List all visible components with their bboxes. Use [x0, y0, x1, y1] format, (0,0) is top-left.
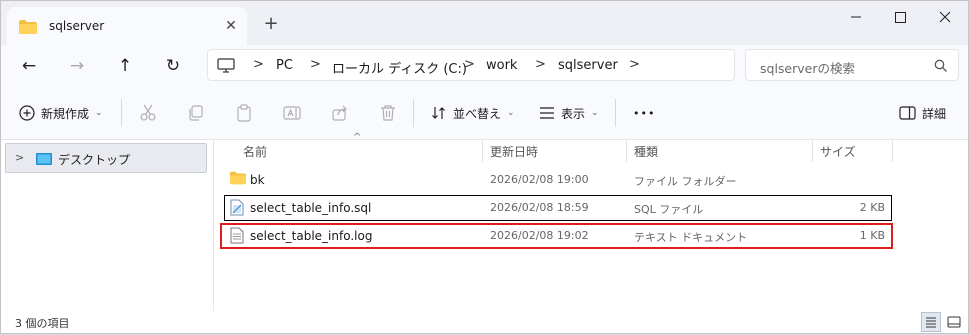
more-options-button[interactable]: •••: [633, 102, 655, 124]
tiles-view-icon: [947, 316, 961, 328]
file-date: 2026/02/08 19:00: [490, 173, 589, 186]
column-header-date[interactable]: 更新日時: [490, 143, 538, 160]
column-divider[interactable]: [812, 140, 813, 162]
plus-circle-icon: [19, 105, 35, 121]
new-tab-button[interactable]: +: [259, 13, 283, 37]
file-name: bk: [250, 173, 265, 187]
sort-label: 並べ替え: [453, 106, 502, 121]
details-view-icon: [926, 317, 936, 328]
refresh-button[interactable]: ↻: [159, 54, 187, 78]
sort-button[interactable]: 並べ替え ⌄: [431, 102, 515, 124]
sidebar-item-desktop[interactable]: > デスクトップ: [5, 143, 207, 173]
up-arrow-icon: ↑: [117, 56, 133, 76]
maximize-icon: [895, 12, 906, 23]
highlight-box: [220, 223, 893, 249]
file-row-bk[interactable]: bk 2026/02/08 19:00 ファイル フォルダー: [225, 168, 891, 192]
tab-title: sqlserver: [49, 19, 105, 33]
details-label: 詳細: [922, 106, 947, 121]
view-lines-icon: [540, 107, 554, 119]
folder-icon: [230, 171, 246, 185]
file-date: 2026/02/08 18:59: [490, 201, 589, 214]
breadcrumb-local-disk[interactable]: ローカル ディスク (C:): [332, 58, 467, 77]
tiles-view-button[interactable]: [944, 312, 964, 332]
close-icon: [939, 11, 951, 23]
column-header-size[interactable]: サイズ: [820, 143, 856, 160]
column-header-name[interactable]: 名前: [243, 143, 267, 160]
breadcrumb-sqlserver[interactable]: sqlserver: [558, 58, 618, 73]
refresh-icon: ↻: [165, 56, 181, 76]
expand-chevron-icon[interactable]: >: [15, 151, 24, 164]
view-label: 表示: [561, 106, 586, 121]
toolbar-divider: [615, 99, 616, 127]
command-bar: 新規作成 ⌄ 並べ替え ⌄ 表示 ⌄ ••• 詳細: [1, 87, 968, 140]
search-icon: [934, 59, 947, 72]
sidebar-item-label: デスクトップ: [58, 153, 131, 167]
desktop-icon: [36, 153, 52, 165]
minimize-icon: [851, 16, 861, 18]
toolbar-divider: [121, 99, 122, 127]
pane-splitter[interactable]: [213, 140, 214, 311]
details-view-button[interactable]: [921, 312, 941, 332]
breadcrumb-separator[interactable]: >: [464, 57, 475, 72]
address-bar[interactable]: > PC > ローカル ディスク (C:) > work > sqlserver…: [207, 49, 735, 81]
copy-icon[interactable]: [187, 104, 205, 122]
forward-button[interactable]: →: [63, 54, 91, 78]
file-name: select_table_info.sql: [250, 201, 372, 215]
breadcrumb-pc[interactable]: PC: [276, 58, 293, 73]
close-window-button[interactable]: [922, 5, 968, 29]
tab-strip: sqlserver ✕ +: [1, 1, 968, 45]
item-count: 3 個の項目: [15, 317, 70, 330]
back-button[interactable]: ←: [15, 54, 43, 78]
breadcrumb-separator[interactable]: >: [535, 57, 546, 72]
folder-icon: [19, 20, 37, 34]
search-box[interactable]: sqlserverの検索: [745, 49, 959, 81]
maximize-button[interactable]: [878, 5, 924, 29]
column-divider[interactable]: [626, 140, 627, 162]
file-type: SQL ファイル: [634, 203, 704, 216]
share-icon[interactable]: [331, 104, 349, 122]
navigation-pane: > デスクトップ: [1, 140, 213, 311]
file-type: ファイル フォルダー: [634, 175, 737, 188]
tab-sqlserver[interactable]: sqlserver ✕: [7, 7, 247, 45]
breadcrumb-separator[interactable]: >: [253, 57, 264, 72]
search-placeholder: sqlserverの検索: [760, 61, 855, 76]
details-pane-button[interactable]: 詳細: [899, 102, 946, 124]
chevron-down-icon: ⌄: [507, 108, 515, 118]
view-button[interactable]: 表示 ⌄: [539, 102, 599, 124]
column-header-type[interactable]: 種類: [634, 143, 658, 160]
delete-icon[interactable]: [379, 104, 397, 122]
cut-icon[interactable]: [139, 104, 157, 122]
sort-ascending-icon: ^: [353, 132, 362, 143]
status-bar: 3 個の項目: [1, 311, 968, 333]
file-size: 2 KB: [859, 201, 885, 214]
back-arrow-icon: ←: [21, 56, 37, 76]
forward-arrow-icon: →: [69, 56, 85, 76]
breadcrumb-separator[interactable]: >: [310, 57, 321, 72]
sort-icon: [432, 107, 445, 119]
breadcrumb-work[interactable]: work: [486, 58, 517, 73]
sql-file-icon: [230, 199, 244, 216]
new-button[interactable]: 新規作成 ⌄: [19, 102, 103, 124]
chevron-down-icon: ⌄: [95, 108, 103, 118]
chevron-down-icon: ⌄: [591, 108, 599, 118]
tab-close-icon[interactable]: ✕: [221, 16, 241, 36]
details-pane-icon: [899, 106, 916, 120]
explorer-window: sqlserver ✕ + ← → ↑ ↻ > PC > ローカル ディスク (…: [0, 0, 969, 334]
up-button[interactable]: ↑: [111, 54, 139, 78]
minimize-button[interactable]: [833, 5, 879, 29]
file-row-sql[interactable]: select_table_info.sql 2026/02/08 18:59 S…: [224, 195, 892, 221]
address-row: ← → ↑ ↻ > PC > ローカル ディスク (C:) > work > s…: [1, 45, 968, 87]
column-divider[interactable]: [482, 140, 483, 162]
toolbar-divider: [413, 99, 414, 127]
rename-icon[interactable]: [283, 104, 301, 122]
paste-icon[interactable]: [235, 104, 253, 122]
column-divider[interactable]: [892, 140, 893, 162]
breadcrumb-separator[interactable]: >: [629, 57, 640, 72]
pc-icon: [217, 58, 235, 73]
new-label: 新規作成: [41, 106, 90, 121]
